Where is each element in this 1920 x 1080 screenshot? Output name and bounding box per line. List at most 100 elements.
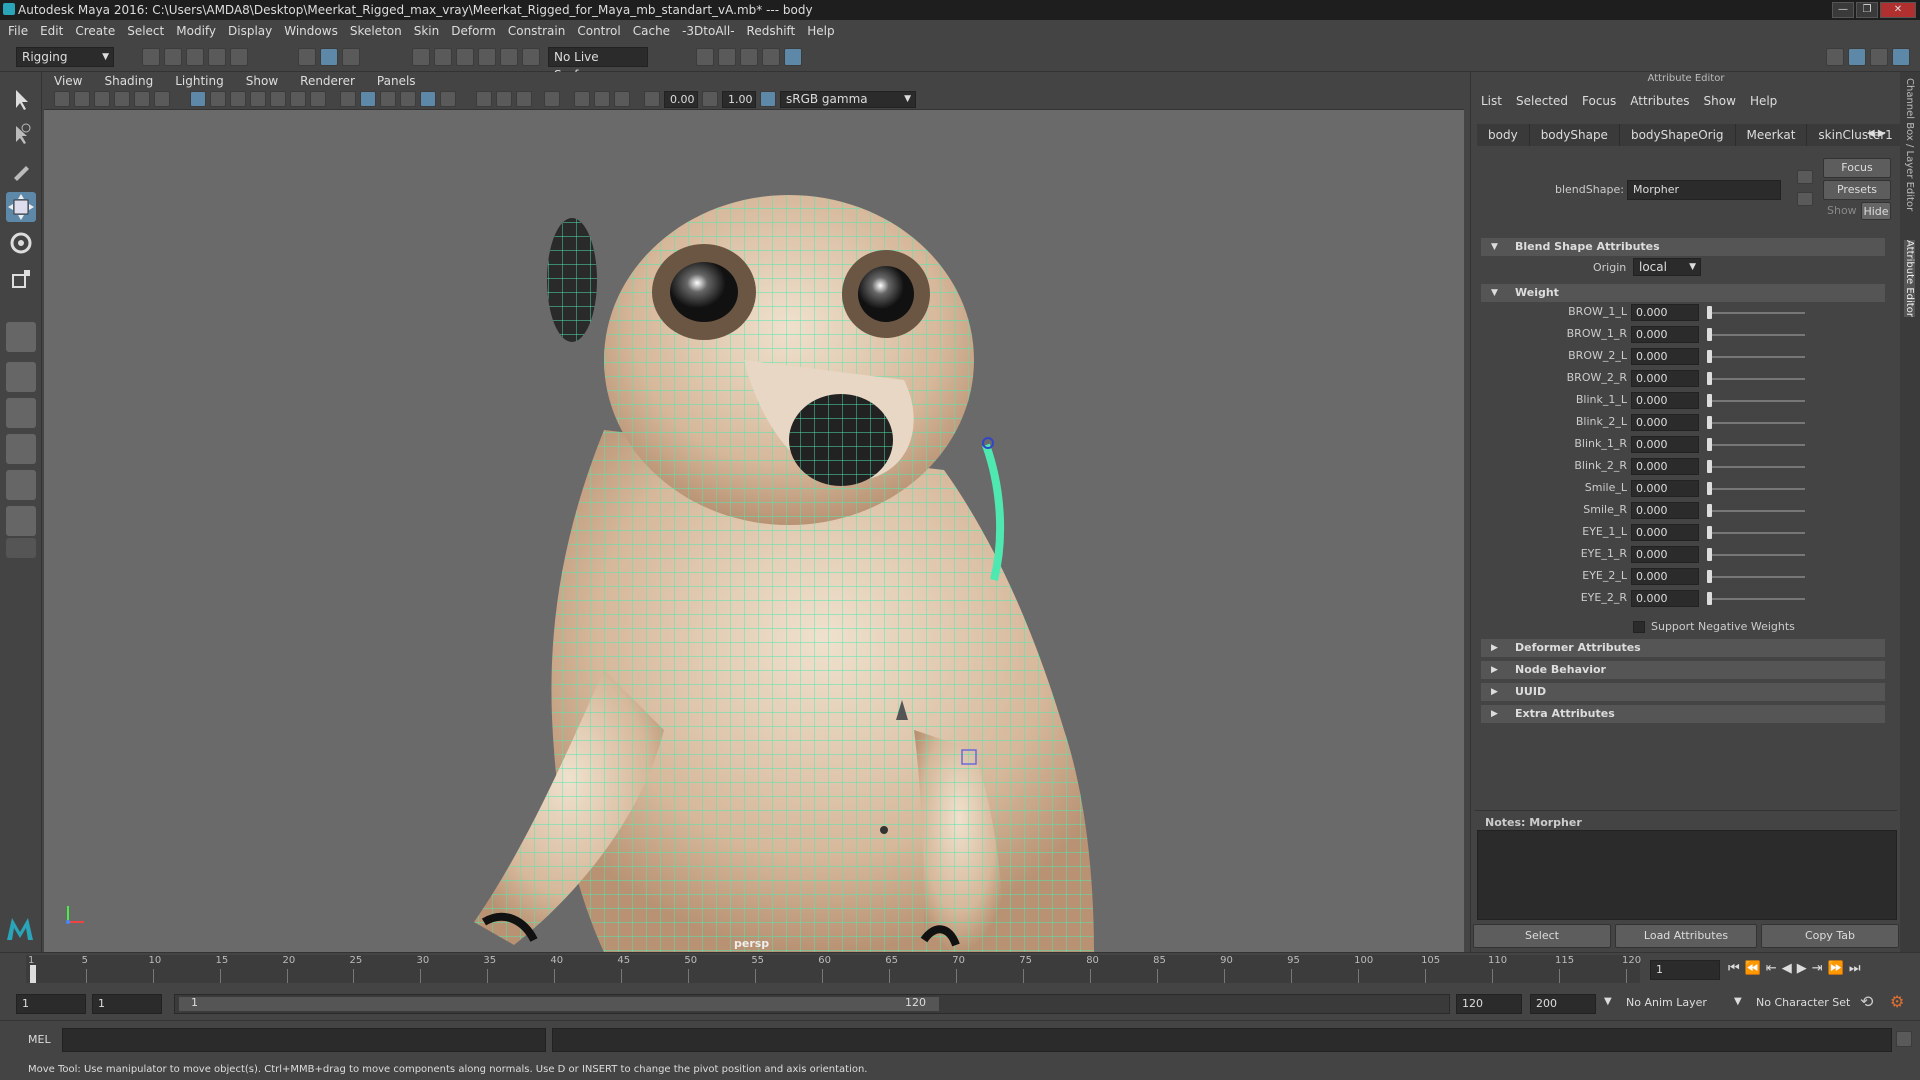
show-label[interactable]: Show (1827, 204, 1857, 217)
script-language-label[interactable]: MEL (28, 1033, 51, 1046)
xray-icon[interactable] (574, 91, 590, 107)
perspective-viewport[interactable]: persp (44, 110, 1464, 952)
snap-curve-icon[interactable] (434, 48, 452, 66)
weight-slider-handle[interactable] (1707, 394, 1712, 407)
weight-slider-track[interactable] (1709, 400, 1805, 402)
ipr-render-icon[interactable] (762, 48, 780, 66)
panel-menu-show[interactable]: Show (246, 74, 278, 88)
ae-menu-attributes[interactable]: Attributes (1630, 94, 1689, 108)
render-current-icon[interactable] (740, 48, 758, 66)
weight-value-field[interactable]: 0.000 (1631, 480, 1699, 497)
chevron-down-icon[interactable]: ▼ (1734, 996, 1742, 1007)
script-editor-icon[interactable] (1896, 1031, 1912, 1047)
range-handle[interactable] (179, 997, 939, 1011)
snap-view-icon[interactable] (478, 48, 496, 66)
wireframe-icon[interactable] (340, 91, 356, 107)
step-forward-frame-icon[interactable]: ⏩ (1828, 961, 1844, 976)
menu-set-dropdown[interactable]: Rigging ▼ (16, 47, 114, 67)
chevron-down-icon[interactable]: ▼ (1604, 996, 1612, 1007)
play-forwards-icon[interactable]: ▶ (1797, 961, 1807, 976)
panel-menu-panels[interactable]: Panels (377, 74, 416, 88)
weight-slider-handle[interactable] (1707, 306, 1712, 319)
2d-pan-zoom-icon[interactable] (134, 91, 150, 107)
go-to-start-icon[interactable]: ⏮ (1728, 961, 1740, 976)
persp-graph-layout-icon[interactable] (6, 434, 36, 464)
snap-grid-icon[interactable] (412, 48, 430, 66)
tab-bodyshapeorig[interactable]: bodyShapeOrig (1619, 124, 1736, 146)
four-view-layout-icon[interactable] (6, 362, 36, 392)
menu-skin[interactable]: Skin (414, 24, 440, 38)
tab-meerkat[interactable]: Meerkat (1735, 124, 1808, 146)
node-name-field[interactable]: Morpher (1627, 180, 1781, 200)
undo-icon[interactable] (208, 48, 226, 66)
weight-slider-handle[interactable] (1707, 526, 1712, 539)
weight-slider-track[interactable] (1709, 334, 1805, 336)
snap-surface-icon[interactable] (500, 48, 518, 66)
tab-bodyshape[interactable]: bodyShape (1529, 124, 1620, 146)
weight-slider-track[interactable] (1709, 422, 1805, 424)
weight-slider-track[interactable] (1709, 510, 1805, 512)
presets-button[interactable]: Presets (1823, 180, 1891, 200)
weight-slider-handle[interactable] (1707, 350, 1712, 363)
weight-slider-handle[interactable] (1707, 328, 1712, 341)
camera-attributes-icon[interactable] (74, 91, 90, 107)
menu-help[interactable]: Help (807, 24, 834, 38)
playback-end-field[interactable]: 120 (1456, 994, 1522, 1014)
weight-slider-handle[interactable] (1707, 570, 1712, 583)
deformer-attributes-section[interactable]: ▶ Deformer Attributes (1481, 639, 1885, 657)
minimize-button[interactable]: — (1832, 2, 1854, 18)
hide-button[interactable]: Hide (1861, 202, 1891, 220)
ae-menu-list[interactable]: List (1481, 94, 1502, 108)
shadows-icon[interactable] (440, 91, 456, 107)
load-attributes-button[interactable]: Load Attributes (1615, 924, 1757, 948)
weight-slider-handle[interactable] (1707, 504, 1712, 517)
weight-slider-track[interactable] (1709, 378, 1805, 380)
tab-skincluster1[interactable]: skinCluster1 (1807, 124, 1905, 146)
exposure-icon[interactable] (644, 91, 660, 107)
panel-menu-shading[interactable]: Shading (104, 74, 153, 88)
current-frame-field[interactable]: 1 (1650, 960, 1720, 980)
motion-blur-icon[interactable] (496, 91, 512, 107)
menu-select[interactable]: Select (127, 24, 164, 38)
new-scene-icon[interactable] (142, 48, 160, 66)
textured-icon[interactable] (400, 91, 416, 107)
view-transform-dropdown[interactable]: sRGB gamma ▼ (780, 91, 916, 108)
bookmark-icon[interactable] (94, 91, 110, 107)
panel-menu-lighting[interactable]: Lighting (175, 74, 224, 88)
weight-slider-handle[interactable] (1707, 460, 1712, 473)
go-to-end-icon[interactable]: ⏭ (1849, 961, 1861, 976)
toggle-channel-box-icon[interactable] (1892, 48, 1910, 66)
weight-value-field[interactable]: 0.000 (1631, 524, 1699, 541)
weight-slider-track[interactable] (1709, 598, 1805, 600)
toggle-attribute-editor-icon[interactable] (1848, 48, 1866, 66)
weight-value-field[interactable]: 0.000 (1631, 304, 1699, 321)
menu-create[interactable]: Create (75, 24, 115, 38)
step-forward-key-icon[interactable]: ⇥ (1812, 961, 1823, 976)
weight-slider-track[interactable] (1709, 554, 1805, 556)
hypershade-icon[interactable] (784, 48, 802, 66)
persp-outliner-layout-icon[interactable] (6, 398, 36, 428)
step-back-key-icon[interactable]: ⇤ (1766, 961, 1777, 976)
go-to-input-icon[interactable] (1797, 170, 1813, 184)
menu-deform[interactable]: Deform (451, 24, 496, 38)
ambient-occlusion-icon[interactable] (476, 91, 492, 107)
focus-button[interactable]: Focus (1823, 158, 1891, 178)
select-tool-icon[interactable] (6, 84, 36, 114)
weight-value-field[interactable]: 0.000 (1631, 414, 1699, 431)
gate-mask-icon[interactable] (250, 91, 266, 107)
snap-pivot-icon[interactable] (522, 48, 540, 66)
weight-value-field[interactable]: 0.000 (1631, 436, 1699, 453)
ae-menu-focus[interactable]: Focus (1582, 94, 1616, 108)
scale-tool-icon[interactable] (6, 264, 36, 294)
attribute-editor-side-tab[interactable]: Attribute Editor (1904, 240, 1915, 317)
weight-slider-track[interactable] (1709, 466, 1805, 468)
restore-button[interactable]: ❐ (1856, 2, 1878, 18)
auto-keyframe-icon[interactable]: ⟲ (1860, 992, 1873, 1011)
rotate-tool-icon[interactable] (6, 228, 36, 258)
menu-windows[interactable]: Windows (284, 24, 338, 38)
grease-pencil-icon[interactable] (154, 91, 170, 107)
field-chart-icon[interactable] (270, 91, 286, 107)
weight-value-field[interactable]: 0.000 (1631, 502, 1699, 519)
weight-value-field[interactable]: 0.000 (1631, 326, 1699, 343)
uuid-section[interactable]: ▶ UUID (1481, 683, 1885, 701)
